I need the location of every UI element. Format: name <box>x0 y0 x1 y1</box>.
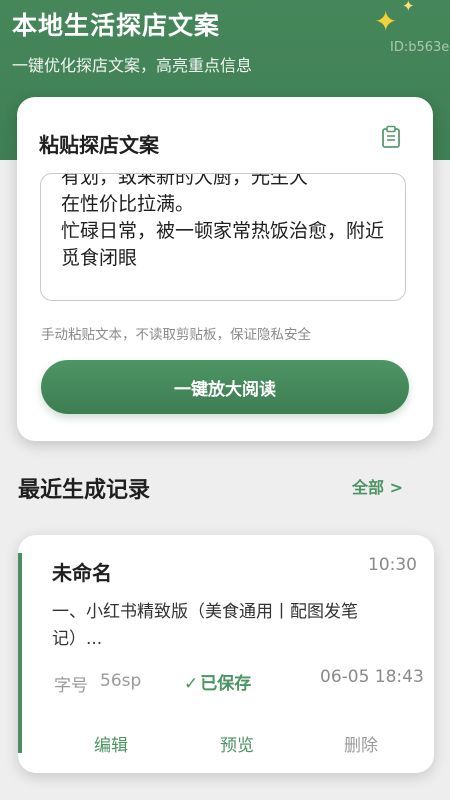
star-icon: ✦ <box>374 5 398 38</box>
record-preview: 一、小红书精致版（美食通用丨配图发笔记）... <box>52 602 358 649</box>
preview-button[interactable]: 预览 <box>220 731 254 756</box>
app-title: 本地生活探店文案 <box>12 11 221 40</box>
recent-records-title: 最近生成记录 <box>18 478 151 503</box>
saved-status: ✓ 已保存 <box>184 669 251 694</box>
record-card[interactable]: 未命名 10:30 一、小红书精致版（美食通用丨配图发笔记）... 字号 56s… <box>18 535 434 773</box>
record-name: 未命名 <box>52 561 112 585</box>
paste-text-area[interactable]: 有划，致来新的大厨，光生大 在性价比拉满。 忙碌日常，被一顿家常热饭治愈，附近觅… <box>40 173 406 301</box>
app-subtitle: 一键优化探店文案，高亮重点信息 <box>12 56 253 75</box>
clipboard-icon[interactable] <box>381 125 401 149</box>
delete-button[interactable]: 删除 <box>344 731 378 756</box>
privacy-hint: 手动粘贴文本，不读取剪贴板，保证隐私安全 <box>41 327 311 343</box>
record-time: 10:30 <box>368 555 417 575</box>
paste-text-content: 有划，致来新的大厨，光生大 在性价比拉满。 忙碌日常，被一顿家常热饭治愈，附近觅… <box>61 173 385 269</box>
paste-card: 粘贴探店文案 有划，致来新的大厨，光生大 在性价比拉满。 忙碌日常，被一顿家常热… <box>17 97 433 441</box>
record-accent-bar <box>18 553 22 753</box>
saved-label: 已保存 <box>200 674 252 694</box>
record-date: 06-05 18:43 <box>320 667 424 687</box>
font-size-label: 字号 <box>54 676 88 696</box>
check-icon: ✓ <box>184 674 199 694</box>
edit-button[interactable]: 编辑 <box>94 731 128 756</box>
enlarge-read-button[interactable]: 一键放大阅读 <box>41 360 409 414</box>
view-all-link[interactable]: 全部 > <box>352 474 403 498</box>
small-star-icon: ✦ <box>402 0 415 15</box>
font-size-value: 56sp <box>100 671 142 691</box>
id-label: ID:b563e <box>390 40 450 55</box>
paste-card-title: 粘贴探店文案 <box>39 133 159 157</box>
